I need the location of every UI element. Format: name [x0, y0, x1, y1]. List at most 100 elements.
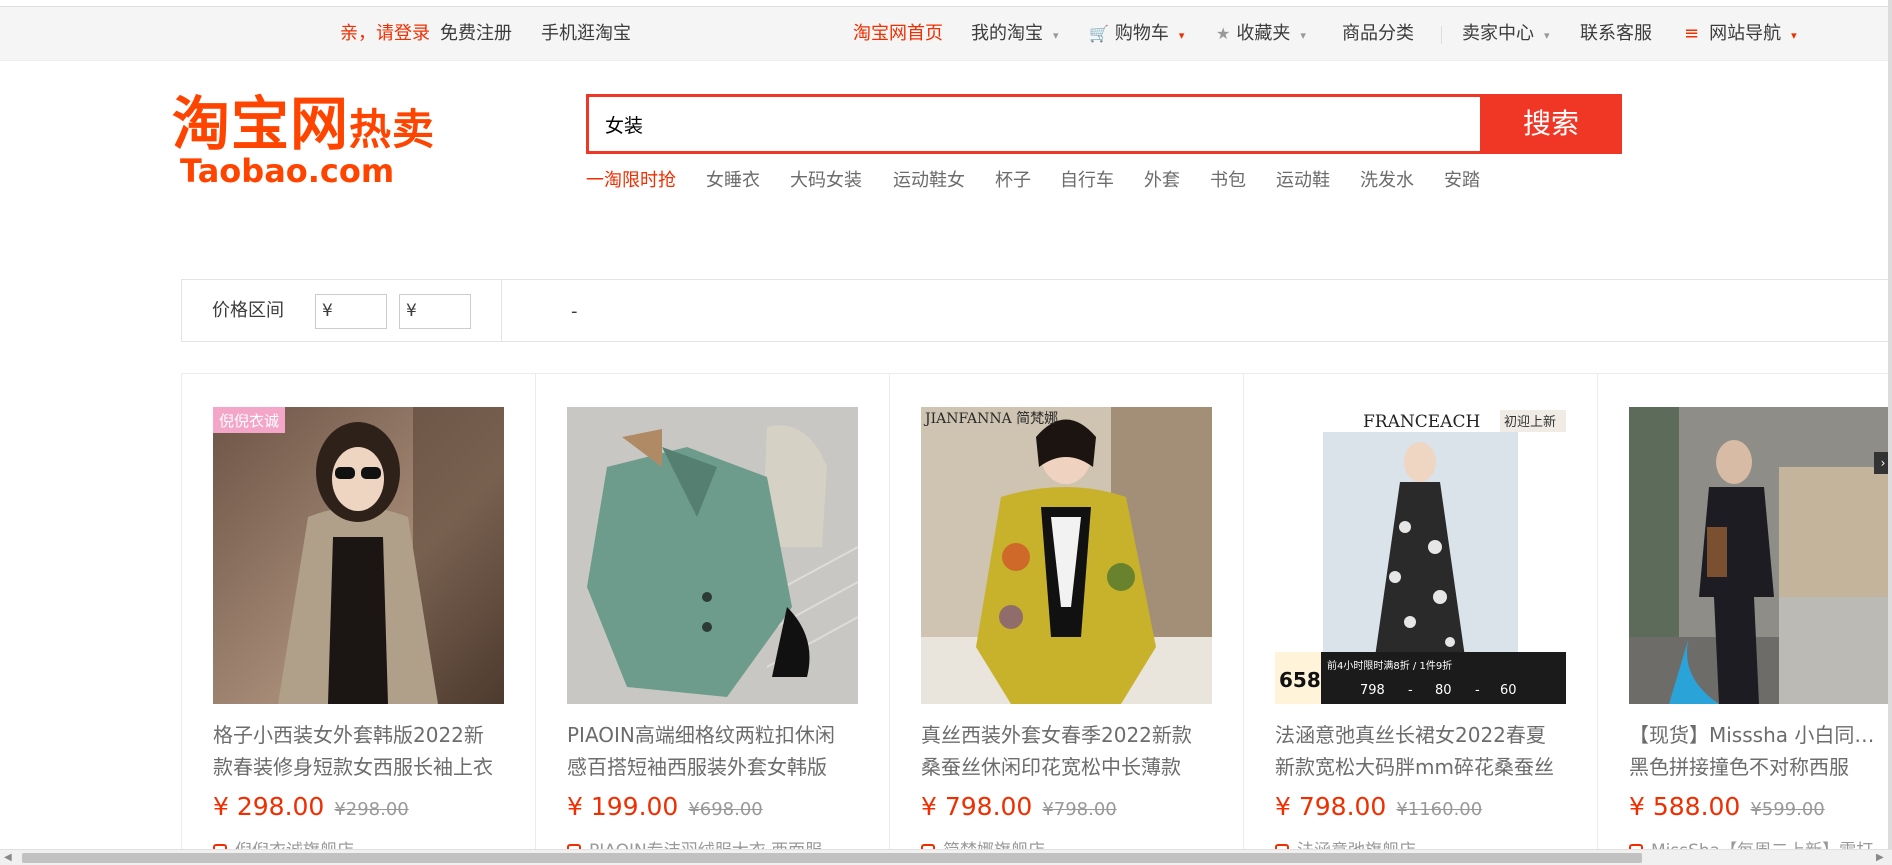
vertical-scrollbar[interactable] — [1888, 0, 1892, 865]
taobao-home-link[interactable]: 淘宝网首页 — [853, 7, 943, 61]
promo-value: 80 — [1435, 683, 1452, 698]
original-price: ¥1160.00 — [1396, 799, 1483, 820]
current-price: ¥ 588.00 — [1629, 792, 1741, 821]
product-price: ¥ 798.00 ¥798.00 — [921, 792, 1117, 821]
product-card[interactable]: JIANFANNA 简梵娜 真丝西装外套女春季2022新款 桑蚕丝休闲印花宽松中… — [890, 374, 1244, 861]
favorites-label: 收藏夹 — [1236, 23, 1291, 44]
promo-value: 798 — [1360, 683, 1385, 698]
site-nav-menu[interactable]: ≡ 网站导航 ▾ — [1684, 7, 1797, 61]
login-link[interactable]: 亲，请登录 — [340, 7, 430, 61]
categories-link[interactable]: 商品分类 — [1342, 7, 1414, 61]
product-title[interactable]: 真丝西装外套女春季2022新款 桑蚕丝休闲印花宽松中长薄款 — [921, 719, 1212, 783]
product-title-line: 桑蚕丝休闲印花宽松中长薄款 — [921, 755, 1181, 779]
hotword-item[interactable]: 运动鞋 — [1276, 166, 1330, 192]
product-image[interactable]: FRANCEACH 初迎上新 658 前4小时限时满8折 / 1件9折 798 … — [1275, 407, 1566, 704]
product-card[interactable]: FRANCEACH 初迎上新 658 前4小时限时满8折 / 1件9折 798 … — [1244, 374, 1598, 861]
hotword-item[interactable]: 运动鞋女 — [893, 166, 965, 192]
product-image[interactable] — [1629, 407, 1892, 704]
hotword-item[interactable]: 自行车 — [1060, 166, 1114, 192]
seller-center-menu[interactable]: 卖家中心 ▾ — [1462, 7, 1550, 61]
chevron-down-icon: ▾ — [1300, 29, 1306, 42]
search-button[interactable]: 搜索 — [1480, 94, 1622, 154]
register-link[interactable]: 免费注册 — [440, 7, 512, 61]
logo-brand-text: 淘宝网 — [172, 90, 350, 158]
chevron-down-icon: ▾ — [1053, 29, 1059, 42]
product-title[interactable]: 【现货】Misssha 小白同款卡其 黑色拼接撞色不对称西服 — [1629, 719, 1892, 783]
price-min-input[interactable]: ¥ — [315, 294, 387, 329]
original-price: ¥798.00 — [1042, 799, 1117, 820]
logo-sub-text: 热卖 — [349, 105, 436, 154]
promo-text: 前4小时限时满8折 / 1件9折 — [1327, 659, 1452, 672]
product-title-line: 感百搭短袖西服装外套女韩版 — [567, 755, 827, 779]
horizontal-scrollbar[interactable]: ◀ ▶ — [0, 849, 1892, 865]
product-price: ¥ 588.00 ¥599.00 — [1629, 792, 1825, 821]
promo-separator: - — [1475, 683, 1480, 698]
hotword-item[interactable]: 大码女装 — [790, 166, 862, 192]
current-price: ¥ 798.00 — [921, 792, 1033, 821]
hotword-item[interactable]: 书包 — [1210, 166, 1246, 192]
hotword-item[interactable]: 洗发水 — [1360, 166, 1414, 192]
product-badge: 倪倪衣诚 — [219, 412, 279, 430]
price-max-input[interactable]: ¥ — [399, 294, 471, 329]
product-card[interactable]: 倪倪衣诚 格子小西装女外套韩版2022新 款春装修身短款女西服长袖上衣 ¥ 29… — [182, 374, 536, 861]
product-badge: JIANFANNA 简梵娜 — [923, 410, 1058, 427]
original-price: ¥599.00 — [1750, 799, 1825, 820]
scroll-right-icon[interactable]: ▶ — [1876, 850, 1884, 865]
original-price: ¥698.00 — [688, 799, 763, 820]
product-title-line: 真丝西装外套女春季2022新款 — [921, 723, 1192, 747]
logo-domain: Taobao.com — [180, 152, 395, 190]
price-range-label: 价格区间 — [212, 300, 284, 321]
search-input[interactable] — [589, 97, 1482, 151]
site-nav-label: 网站导航 — [1709, 23, 1782, 44]
cart-icon: 🛒 — [1089, 24, 1109, 43]
promo-value: 60 — [1500, 683, 1517, 698]
product-title[interactable]: 法涵意弛真丝长裙女2022春夏 新款宽松大码胖mm碎花桑蚕丝 — [1275, 719, 1566, 783]
product-grid: 倪倪衣诚 格子小西装女外套韩版2022新 款春装修身短款女西服长袖上衣 ¥ 29… — [181, 373, 1892, 861]
product-title[interactable]: PIAOIN高端细格纹两粒扣休闲 感百搭短袖西服装外套女韩版 — [567, 719, 858, 783]
divider — [501, 280, 502, 341]
search-box: 搜索 — [586, 94, 1622, 154]
product-image[interactable]: 倪倪衣诚 — [213, 407, 504, 704]
chevron-down-icon: ▾ — [1178, 29, 1185, 42]
product-image[interactable]: JIANFANNA 简梵娜 — [921, 407, 1212, 704]
scroll-left-icon[interactable]: ◀ — [4, 850, 12, 865]
current-price: ¥ 798.00 — [1275, 792, 1387, 821]
product-card[interactable]: 【现货】Misssha 小白同款卡其 黑色拼接撞色不对称西服 ¥ 588.00 ¥… — [1598, 374, 1892, 861]
taobao-logo[interactable]: 淘宝网热卖 Taobao.com — [172, 92, 502, 192]
chevron-down-icon: ▾ — [1544, 29, 1550, 42]
product-badge: FRANCEACH — [1363, 412, 1480, 432]
star-icon: ★ — [1216, 24, 1231, 43]
scrollbar-thumb[interactable] — [22, 853, 1642, 863]
current-price: ¥ 199.00 — [567, 792, 679, 821]
current-price: ¥ 298.00 — [213, 792, 325, 821]
product-image[interactable] — [567, 407, 858, 704]
chevron-down-icon: ▾ — [1791, 29, 1797, 42]
my-taobao-menu[interactable]: 我的淘宝 ▾ — [971, 7, 1059, 61]
hotword-item[interactable]: 一淘限时抢 — [586, 166, 676, 192]
product-title-line: 法涵意弛真丝长裙女2022春夏 — [1275, 723, 1546, 747]
price-filter: 价格区间 ¥ - ¥ — [181, 279, 1892, 342]
original-price: ¥298.00 — [334, 799, 409, 820]
promo-price: 658 — [1279, 668, 1321, 692]
cart-menu[interactable]: 🛒 购物车 ▾ — [1089, 7, 1184, 61]
cart-label: 购物车 — [1114, 23, 1169, 44]
site-topbar: 亲，请登录 免费注册 手机逛淘宝 淘宝网首页 我的淘宝 ▾ 🛒 购物车 ▾ ★ 收藏夹 ▾… — [0, 6, 1892, 61]
favorites-menu[interactable]: ★ 收藏夹 ▾ — [1216, 7, 1306, 61]
hotword-item[interactable]: 女睡衣 — [706, 166, 760, 192]
customer-service-link[interactable]: 联系客服 — [1580, 7, 1652, 61]
mobile-taobao-link[interactable]: 手机逛淘宝 — [541, 7, 631, 61]
product-tag: 初迎上新 — [1504, 414, 1556, 430]
seller-center-label: 卖家中心 — [1462, 23, 1534, 44]
price-dash: - — [571, 301, 578, 322]
menu-icon: ≡ — [1684, 23, 1700, 44]
product-card[interactable]: PIAOIN高端细格纹两粒扣休闲 感百搭短袖西服装外套女韩版 ¥ 199.00 ¥… — [536, 374, 890, 861]
hotword-item[interactable]: 外套 — [1144, 166, 1180, 192]
product-title-line: 新款宽松大码胖mm碎花桑蚕丝 — [1275, 755, 1554, 779]
product-title-line: 款春装修身短款女西服长袖上衣 — [213, 755, 493, 779]
product-price: ¥ 798.00 ¥1160.00 — [1275, 792, 1482, 821]
hotword-item[interactable]: 杯子 — [995, 166, 1031, 192]
product-price: ¥ 199.00 ¥698.00 — [567, 792, 763, 821]
hotword-item[interactable]: 安踏 — [1444, 166, 1480, 192]
promo-separator: - — [1408, 683, 1413, 698]
product-title[interactable]: 格子小西装女外套韩版2022新 款春装修身短款女西服长袖上衣 — [213, 719, 504, 783]
